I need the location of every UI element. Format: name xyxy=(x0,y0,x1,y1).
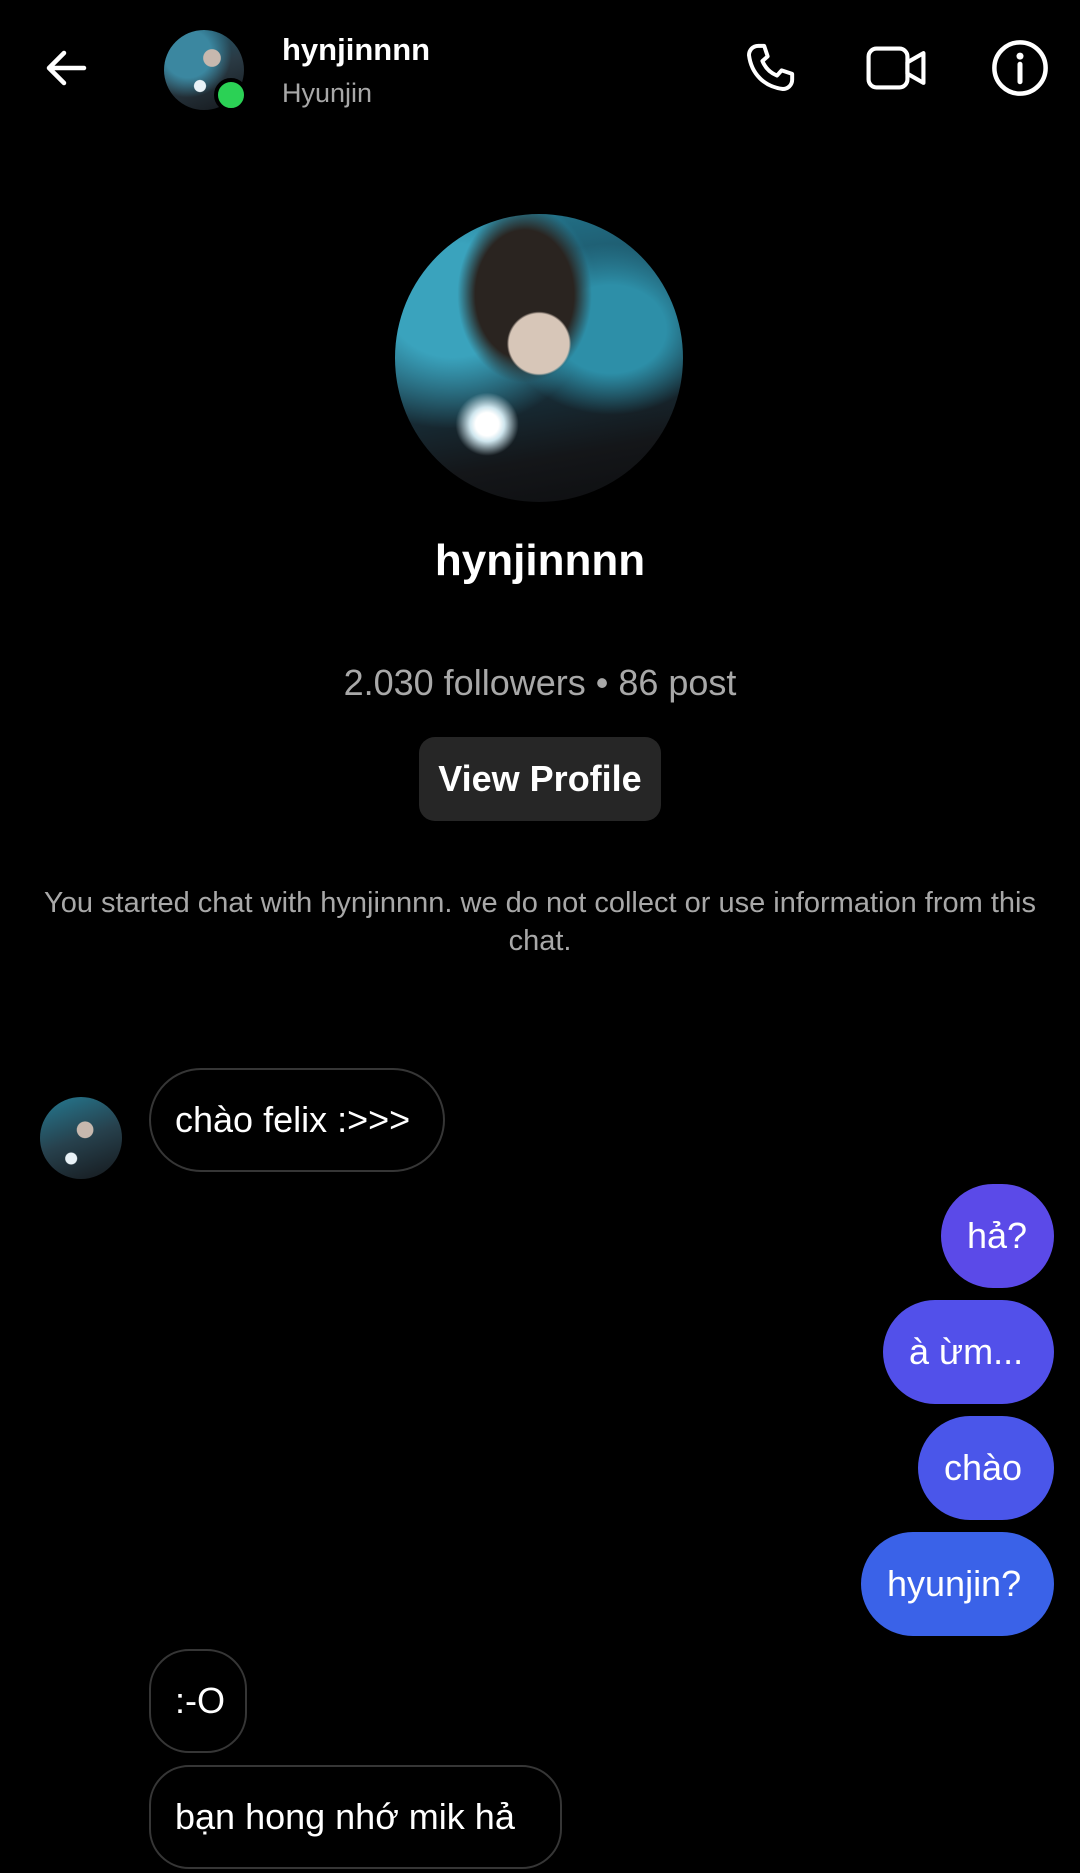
profile-username: hynjinnnn xyxy=(434,536,646,585)
view-profile-button[interactable]: View Profile xyxy=(419,737,661,821)
outgoing-message[interactable]: hyunjin? xyxy=(861,1532,1054,1636)
profile-avatar[interactable] xyxy=(395,214,683,502)
back-button[interactable] xyxy=(36,38,96,98)
conversation-info-button[interactable] xyxy=(986,34,1054,102)
incoming-message[interactable]: bạn hong nhớ mik hả xyxy=(149,1765,562,1869)
back-arrow-icon xyxy=(46,50,87,86)
online-status-indicator xyxy=(214,78,248,112)
outgoing-message[interactable]: à ừm... xyxy=(883,1300,1054,1404)
chat-header: hynjinnnn Hyunjin xyxy=(0,0,1080,130)
sender-avatar[interactable] xyxy=(40,1097,122,1179)
outgoing-message[interactable]: chào xyxy=(918,1416,1054,1520)
video-call-button[interactable] xyxy=(862,34,930,102)
phone-icon xyxy=(747,43,795,91)
profile-stats: 2.030 followers • 86 post xyxy=(343,662,737,703)
outgoing-message[interactable]: hả? xyxy=(941,1184,1054,1288)
incoming-message[interactable]: chào felix :>>> xyxy=(149,1068,445,1172)
header-avatar[interactable] xyxy=(164,30,248,112)
video-camera-icon xyxy=(866,46,926,90)
header-display-name: Hyunjin xyxy=(282,78,373,108)
header-username[interactable]: hynjinnnn xyxy=(282,32,430,68)
incoming-message[interactable]: :-O xyxy=(149,1649,247,1753)
audio-call-button[interactable] xyxy=(736,34,804,102)
chat-start-notice: You started chat with hynjinnnn. we do n… xyxy=(44,887,1036,957)
info-icon xyxy=(992,40,1048,96)
